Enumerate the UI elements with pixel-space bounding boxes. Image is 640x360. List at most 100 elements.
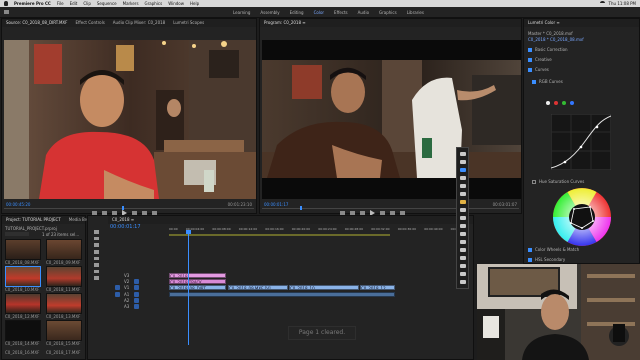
menu-help[interactable]: Help bbox=[190, 1, 199, 6]
apple-icon[interactable] bbox=[4, 1, 8, 6]
tab-project[interactable]: Project: TUTORIAL PROJECT bbox=[6, 217, 61, 223]
menu-graphics[interactable]: Graphics bbox=[145, 1, 163, 6]
clip-blue-1[interactable]: C0_2018_08_DIRT bbox=[169, 285, 226, 290]
hue-sat-toggle[interactable]: Hue Saturation Curves bbox=[532, 179, 584, 184]
ripple-icon[interactable] bbox=[460, 168, 466, 172]
hand-icon[interactable] bbox=[94, 269, 99, 274]
tab-timeline-sequence[interactable]: C0_2018 ≡ bbox=[112, 217, 134, 223]
clip-pink-2[interactable]: C0_2018 TRACK bbox=[169, 279, 226, 284]
section-hsl-secondary[interactable]: HSL Secondary bbox=[528, 257, 565, 262]
timeline-timecode[interactable]: 00:00:01:17 bbox=[110, 224, 141, 230]
hue-sat-checkbox[interactable] bbox=[532, 179, 536, 184]
type-tool-icon[interactable] bbox=[460, 240, 466, 244]
rectangle-tool-icon[interactable] bbox=[460, 248, 466, 252]
clip-blue-2[interactable]: C0_2018_09.MXF [V] bbox=[228, 285, 288, 290]
rgb-curve-graph[interactable] bbox=[551, 114, 611, 170]
hsl-secondary-checkbox[interactable] bbox=[528, 257, 532, 262]
basic-correction-checkbox[interactable] bbox=[528, 47, 532, 52]
home-icon[interactable] bbox=[4, 10, 9, 14]
v2-target-toggle[interactable] bbox=[134, 279, 139, 284]
project-thumb-1[interactable] bbox=[46, 239, 82, 260]
tab-audio-mixer[interactable]: Audio Clip Mixer: C0_2018 bbox=[113, 20, 165, 26]
slip-tool-icon[interactable] bbox=[460, 200, 466, 204]
color-wheels-checkbox[interactable] bbox=[528, 247, 532, 252]
creative-checkbox[interactable] bbox=[528, 57, 532, 62]
forward-select-icon[interactable] bbox=[460, 160, 466, 164]
a1-target-toggle[interactable] bbox=[134, 292, 139, 297]
curves-checkbox[interactable] bbox=[528, 67, 532, 72]
v1-source-patch[interactable] bbox=[115, 285, 120, 290]
rgb-curves-toggle[interactable]: RGB Curves bbox=[532, 79, 563, 84]
channel-green[interactable] bbox=[562, 101, 566, 105]
menu-window[interactable]: Window bbox=[168, 1, 184, 6]
project-thumb-5[interactable] bbox=[46, 293, 82, 314]
razor-icon[interactable] bbox=[94, 249, 99, 254]
ellipse-tool-icon[interactable] bbox=[460, 256, 466, 260]
selection-icon[interactable] bbox=[460, 152, 466, 156]
slip-icon[interactable] bbox=[94, 256, 99, 261]
workspace-graphics[interactable]: Graphics bbox=[379, 10, 397, 15]
audio-clip-a1[interactable] bbox=[169, 292, 395, 297]
razor-tool-icon[interactable] bbox=[460, 192, 466, 196]
pen-tool-icon[interactable] bbox=[460, 216, 466, 220]
project-thumb-4[interactable] bbox=[5, 293, 41, 314]
workspace-libraries[interactable]: Libraries bbox=[407, 10, 424, 15]
workspace-learning[interactable]: Learning bbox=[233, 10, 250, 15]
a1-source-patch[interactable] bbox=[115, 292, 120, 297]
section-curves[interactable]: Curves bbox=[528, 67, 549, 72]
project-thumb-3[interactable] bbox=[46, 266, 82, 287]
channel-white[interactable] bbox=[546, 101, 550, 105]
source-scrubber[interactable] bbox=[4, 208, 254, 209]
project-thumb-7[interactable] bbox=[46, 320, 82, 341]
menu-markers[interactable]: Markers bbox=[123, 1, 139, 6]
rgb-curves-checkbox[interactable] bbox=[532, 79, 536, 84]
channel-red[interactable] bbox=[554, 101, 558, 105]
source-timecode[interactable]: 00:00:45:20 bbox=[6, 202, 30, 207]
workspace-editing[interactable]: Editing bbox=[290, 10, 304, 15]
workspace-effects[interactable]: Effects bbox=[334, 10, 348, 15]
project-thumb-6[interactable] bbox=[5, 320, 41, 341]
tab-lumetri-color[interactable]: Lumetri Color ≡ bbox=[528, 20, 560, 26]
pen-icon[interactable] bbox=[94, 263, 99, 267]
playhead-handle[interactable] bbox=[186, 230, 191, 234]
a2-target-toggle[interactable] bbox=[134, 298, 139, 303]
menu-sequence[interactable]: Sequence bbox=[97, 1, 117, 6]
timeline-playhead[interactable] bbox=[188, 233, 189, 345]
clip-blue-4[interactable]: C0_2018_12 bbox=[360, 285, 395, 290]
rate-stretch-icon[interactable] bbox=[460, 184, 466, 188]
program-timecode[interactable]: 00:00:01:17 bbox=[264, 202, 288, 207]
app-menu[interactable]: Premiere Pro CC bbox=[14, 1, 51, 6]
track-select-tool-icon[interactable] bbox=[460, 264, 466, 268]
more-tools-icon[interactable] bbox=[460, 280, 466, 284]
section-color-wheels[interactable]: Color Wheels & Match bbox=[528, 247, 579, 252]
lumetri-master-clip[interactable]: Master * C0_2018.mxf bbox=[528, 31, 573, 36]
type-icon[interactable] bbox=[94, 276, 99, 280]
project-search-input[interactable] bbox=[5, 232, 29, 236]
v1-target-toggle[interactable] bbox=[134, 285, 139, 290]
tab-effect-controls[interactable]: Effect Controls bbox=[75, 20, 104, 26]
a3-target-toggle[interactable] bbox=[134, 304, 139, 309]
work-area-bar[interactable] bbox=[169, 234, 390, 236]
tab-program[interactable]: Program: C0_2018 ≡ bbox=[264, 20, 306, 26]
clip-blue-3[interactable]: C0_2018_10 bbox=[289, 285, 359, 290]
project-thumb-0[interactable] bbox=[5, 239, 41, 260]
project-thumb-2[interactable] bbox=[5, 266, 41, 287]
ripple-edit-icon[interactable] bbox=[94, 243, 99, 247]
menu-clip[interactable]: Clip bbox=[83, 1, 91, 6]
tab-source[interactable]: Source: C0_2018_08_DIRT.MXF bbox=[6, 20, 67, 26]
marker-tool-icon[interactable] bbox=[460, 272, 466, 276]
track-select-icon[interactable] bbox=[94, 236, 99, 241]
section-basic-correction[interactable]: Basic Correction bbox=[528, 47, 568, 52]
hand-tool-icon[interactable] bbox=[460, 224, 466, 228]
channel-blue[interactable] bbox=[570, 101, 574, 105]
workspace-audio[interactable]: Audio bbox=[358, 10, 369, 15]
wifi-icon[interactable] bbox=[599, 1, 605, 5]
rolling-edit-icon[interactable] bbox=[460, 176, 466, 180]
workspace-color[interactable]: Color bbox=[314, 10, 324, 15]
menu-edit[interactable]: Edit bbox=[70, 1, 78, 6]
clock[interactable]: Thu 11:08 PM bbox=[609, 1, 636, 6]
hue-saturation-wheel[interactable] bbox=[552, 187, 612, 247]
zoom-tool-icon[interactable] bbox=[460, 232, 466, 236]
selection-tool-icon[interactable] bbox=[94, 230, 99, 234]
menu-file[interactable]: File bbox=[57, 1, 64, 6]
